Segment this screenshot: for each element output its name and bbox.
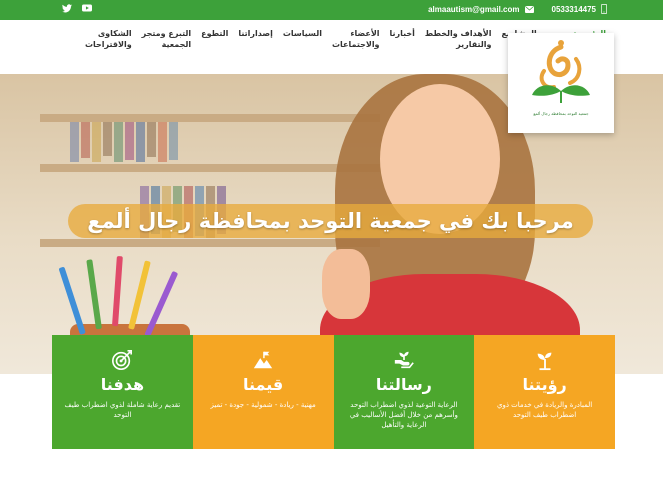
values-title: قيمنا [242, 375, 284, 394]
envelope-icon [524, 5, 534, 13]
page: almaautism@gmail.com 0533314475 الرئيسية… [0, 0, 663, 493]
values-text: مهنية - ريادة - شمولية - جودة - تميز [210, 401, 316, 409]
values-box: قيمنا مهنية - ريادة - شمولية - جودة - تم… [192, 335, 334, 449]
nav-item[interactable]: التبرع ومتجر الجمعية [137, 28, 196, 50]
vision-box: رؤيتنا المبادرة والريادة في خدمات ذوي اض… [474, 335, 615, 449]
top-bar: almaautism@gmail.com 0533314475 [0, 0, 663, 20]
nav-item[interactable]: إصداراتنا [233, 28, 277, 50]
vision-text: المبادرة والريادة في خدمات ذوي اضطراب طي… [496, 401, 593, 419]
sprout-icon [537, 352, 552, 371]
nav-item[interactable]: الشكاوى والاقتراحات [80, 28, 137, 50]
welcome-heading: مرحبا بك في جمعية التوحد بمحافظة رجال أل… [87, 209, 574, 233]
phone-text[interactable]: 0533314475 [552, 5, 597, 14]
contact-info: almaautism@gmail.com 0533314475 [428, 4, 607, 14]
bookshelf [40, 114, 380, 122]
goal-title: هدفنا [100, 375, 145, 394]
twitter-icon[interactable] [62, 4, 72, 14]
autism-association-logo [532, 40, 590, 103]
nav-item[interactable]: التطوع [196, 28, 233, 50]
target-icon [112, 350, 133, 370]
mission-title: رسالتنا [375, 375, 432, 394]
mission-text: الرعاية التوعية لذوي اضطراب التوحد وأسره… [349, 401, 458, 429]
goal-box: هدفنا تقديم رعاية شاملة لذوي اضطراب طيف … [52, 335, 193, 449]
nav-item[interactable]: السياسات [278, 28, 327, 50]
site-logo[interactable]: جمعية التوحد بمحافظة رجال ألمع [508, 33, 614, 133]
mission-box: رسالتنا الرعاية التوعية لذوي اضطراب التو… [333, 335, 475, 449]
logo-caption: جمعية التوحد بمحافظة رجال ألمع [533, 111, 589, 116]
features-section: رؤيتنا المبادرة والريادة في خدمات ذوي اض… [52, 335, 615, 449]
nav-item[interactable]: أخبارنا [385, 28, 420, 50]
page-bottom [0, 449, 663, 493]
mobile-phone-icon [601, 4, 607, 14]
nav-item[interactable]: الأعضاء والاجتماعات [327, 28, 385, 50]
youtube-icon[interactable] [82, 4, 92, 14]
vision-title: رؤيتنا [522, 375, 567, 394]
mountain-flag-icon [253, 351, 273, 369]
nav-item[interactable]: الأهداف والخطط والتقارير [420, 28, 497, 50]
email-text[interactable]: almaautism@gmail.com [428, 5, 519, 14]
books [70, 122, 178, 162]
hand-plant-icon [394, 351, 414, 369]
social-links [62, 4, 92, 14]
goal-text: تقديم رعاية شاملة لذوي اضطراب طيف التوحد [64, 401, 181, 419]
